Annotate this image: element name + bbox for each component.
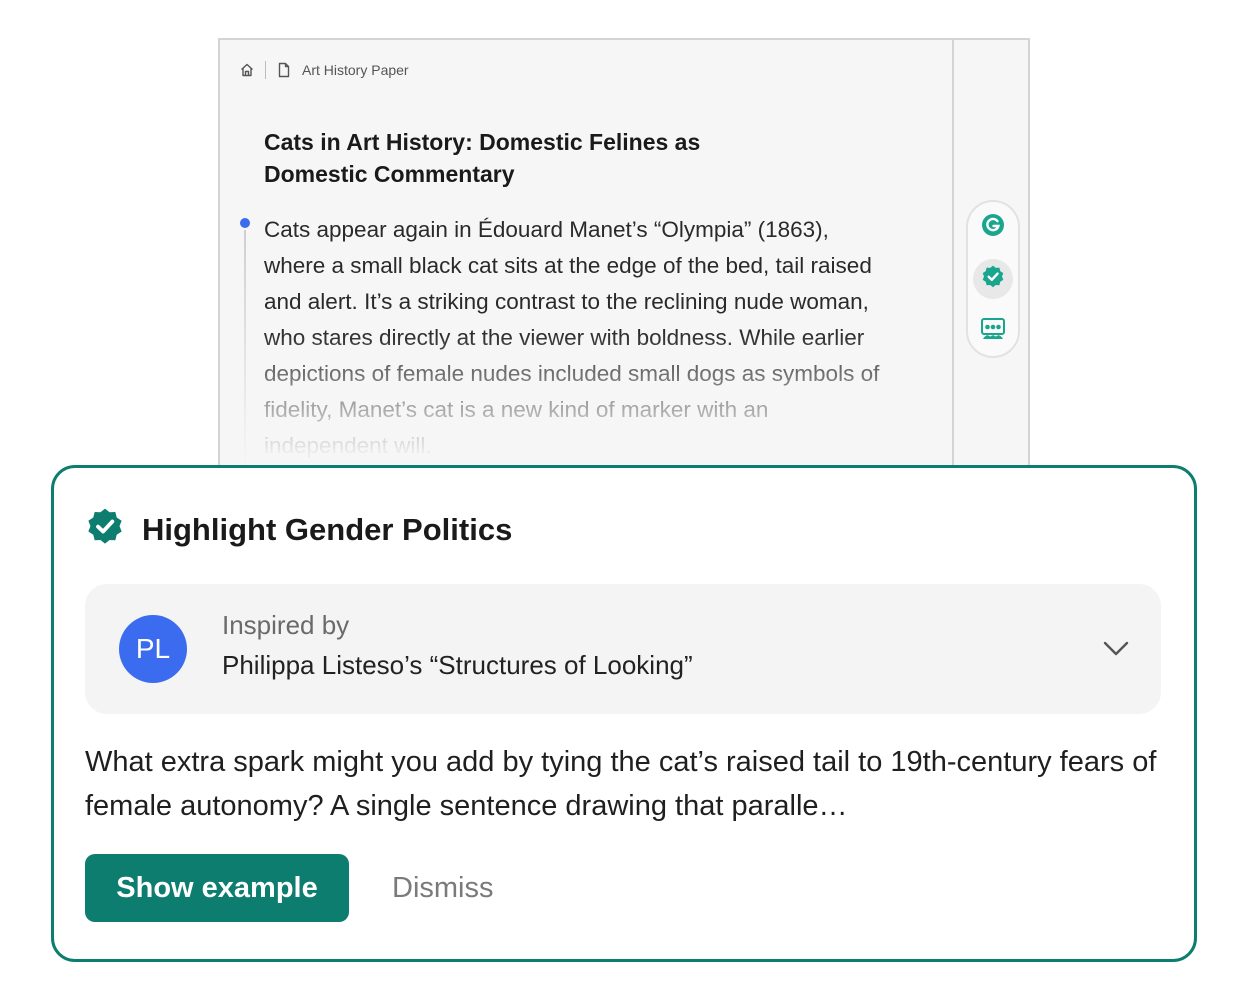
document-window: Art History Paper Cats in Art History: D… (218, 38, 1030, 478)
cursor-line (244, 230, 246, 470)
suggestions-button[interactable] (973, 259, 1013, 299)
inspired-by-source: Philippa Listeso’s “Structures of Lookin… (222, 650, 693, 680)
document-body[interactable]: Cats appear again in Édouard Manet’s “Ol… (264, 212, 884, 464)
show-example-button[interactable]: Show example (85, 854, 349, 922)
suggestion-card: Highlight Gender Politics PL Inspired by… (51, 465, 1197, 962)
document-icon (276, 62, 292, 78)
document-title: Cats in Art History: Domestic Felines as… (264, 129, 701, 187)
assistant-rail (952, 40, 1028, 478)
cursor-marker (240, 218, 250, 228)
people-icon (980, 316, 1006, 347)
inspired-by-panel[interactable]: PL Inspired by Philippa Listeso’s “Struc… (85, 584, 1161, 714)
document-editor[interactable]: Art History Paper Cats in Art History: D… (220, 40, 952, 478)
assistant-toolbar (966, 200, 1020, 358)
card-header: Highlight Gender Politics (84, 506, 512, 553)
avatar: PL (119, 615, 187, 683)
home-icon[interactable] (239, 62, 255, 78)
suggestion-prompt: What extra spark might you add by tying … (85, 746, 1157, 822)
breadcrumb-divider (265, 61, 266, 79)
grammarly-button[interactable] (973, 207, 1013, 247)
dismiss-button[interactable]: Dismiss (374, 854, 512, 922)
breadcrumb: Art History Paper (239, 60, 409, 80)
chevron-down-icon[interactable] (1101, 634, 1131, 664)
verified-badge-icon (84, 506, 126, 553)
suggestion-title: Highlight Gender Politics (142, 511, 513, 547)
collaborators-button[interactable] (973, 311, 1013, 351)
breadcrumb-document-title[interactable]: Art History Paper (302, 62, 409, 78)
inspired-by-label: Inspired by (222, 610, 350, 640)
body-paragraph: Cats appear again in Édouard Manet’s “Ol… (264, 217, 880, 458)
verified-badge-icon (980, 264, 1006, 295)
grammarly-icon (980, 212, 1006, 243)
